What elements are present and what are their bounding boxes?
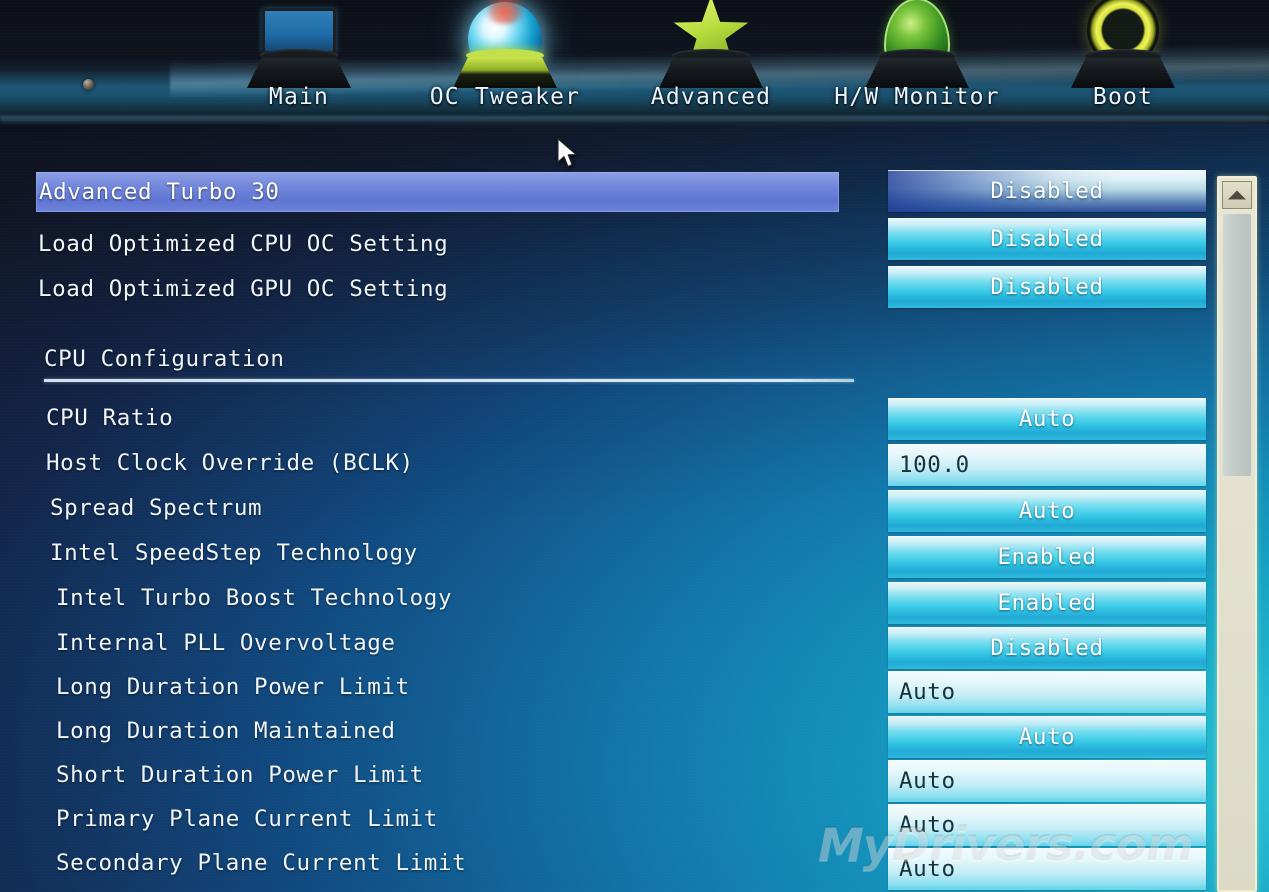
scroll-up-arrow-icon[interactable] (1222, 181, 1252, 209)
star-icon (636, 0, 786, 88)
nav-label-boot: Boot (1092, 84, 1154, 110)
value-load-optimized-gpu-oc-setting[interactable]: Disabled (888, 266, 1206, 308)
nav-item-main[interactable]: Main (196, 8, 402, 124)
settings-body: Advanced Turbo 30 Load Optimized CPU OC … (0, 124, 1269, 892)
nav-item-advanced[interactable]: Advanced (608, 0, 814, 124)
setting-row-cpu-ratio[interactable]: CPU Ratio (46, 399, 173, 437)
setting-row-load-optimized-cpu-oc-setting[interactable]: Load Optimized CPU OC Setting (38, 225, 448, 263)
setting-row-primary-plane-current-limit[interactable]: Primary Plane Current Limit (56, 800, 438, 838)
value-secondary-plane-current-limit[interactable]: Auto (888, 848, 1206, 890)
settings-label-column: Advanced Turbo 30 Load Optimized CPU OC … (0, 124, 880, 892)
value-load-optimized-cpu-oc-setting[interactable]: Disabled (888, 218, 1206, 260)
monitor-icon (224, 8, 374, 88)
value-cpu-ratio[interactable]: Auto (888, 398, 1206, 440)
orb-icon (430, 0, 580, 88)
section-title-cpu-configuration: CPU Configuration (44, 346, 285, 372)
setting-row-load-optimized-gpu-oc-setting[interactable]: Load Optimized GPU OC Setting (38, 270, 448, 308)
main-navigation: Main OC Tweaker Advanced H/W Monitor Boo… (0, 0, 1269, 124)
uefi-setup-screen: Main OC Tweaker Advanced H/W Monitor Boo… (0, 0, 1269, 892)
nav-item-oc-tweaker[interactable]: OC Tweaker (402, 0, 608, 124)
setting-row-short-duration-power-limit[interactable]: Short Duration Power Limit (56, 756, 424, 794)
vertical-scrollbar[interactable] (1217, 176, 1257, 892)
value-short-duration-power-limit[interactable]: Auto (888, 760, 1206, 802)
nav-label-hw-monitor: H/W Monitor (834, 84, 1000, 110)
scrollbar-thumb[interactable] (1223, 214, 1251, 476)
setting-row-intel-turbo-boost-technology[interactable]: Intel Turbo Boost Technology (56, 579, 452, 617)
value-spread-spectrum[interactable]: Auto (888, 490, 1206, 532)
dome-icon (842, 0, 992, 88)
settings-value-column: Disabled Disabled Disabled Auto 100.0 Au… (888, 124, 1210, 892)
section-divider (44, 379, 854, 382)
nav-item-boot[interactable]: Boot (1020, 0, 1226, 124)
value-primary-plane-current-limit[interactable]: Auto (888, 804, 1206, 846)
nav-label-advanced: Advanced (650, 84, 772, 110)
setting-row-long-duration-power-limit[interactable]: Long Duration Power Limit (56, 668, 410, 706)
value-advanced-turbo-30[interactable]: Disabled (888, 170, 1206, 212)
setting-row-internal-pll-overvoltage[interactable]: Internal PLL Overvoltage (56, 624, 396, 662)
nav-label-oc-tweaker: OC Tweaker (429, 84, 581, 110)
nav-item-hw-monitor[interactable]: H/W Monitor (814, 0, 1020, 124)
setting-row-long-duration-maintained[interactable]: Long Duration Maintained (56, 712, 396, 750)
value-long-duration-power-limit[interactable]: Auto (888, 671, 1206, 713)
value-host-clock-override[interactable]: 100.0 (888, 444, 1206, 486)
value-intel-speedstep-technology[interactable]: Enabled (888, 536, 1206, 578)
setting-row-host-clock-override[interactable]: Host Clock Override (BCLK) (46, 444, 414, 482)
setting-row-secondary-plane-current-limit[interactable]: Secondary Plane Current Limit (56, 844, 466, 882)
value-long-duration-maintained[interactable]: Auto (888, 716, 1206, 758)
nav-label-main: Main (268, 84, 330, 110)
value-intel-turbo-boost-technology[interactable]: Enabled (888, 582, 1206, 624)
setting-row-advanced-turbo-30[interactable]: Advanced Turbo 30 (36, 172, 839, 212)
ring-icon (1048, 0, 1198, 88)
setting-row-intel-speedstep-technology[interactable]: Intel SpeedStep Technology (50, 534, 418, 572)
value-internal-pll-overvoltage[interactable]: Disabled (888, 627, 1206, 669)
setting-row-spread-spectrum[interactable]: Spread Spectrum (50, 489, 262, 527)
